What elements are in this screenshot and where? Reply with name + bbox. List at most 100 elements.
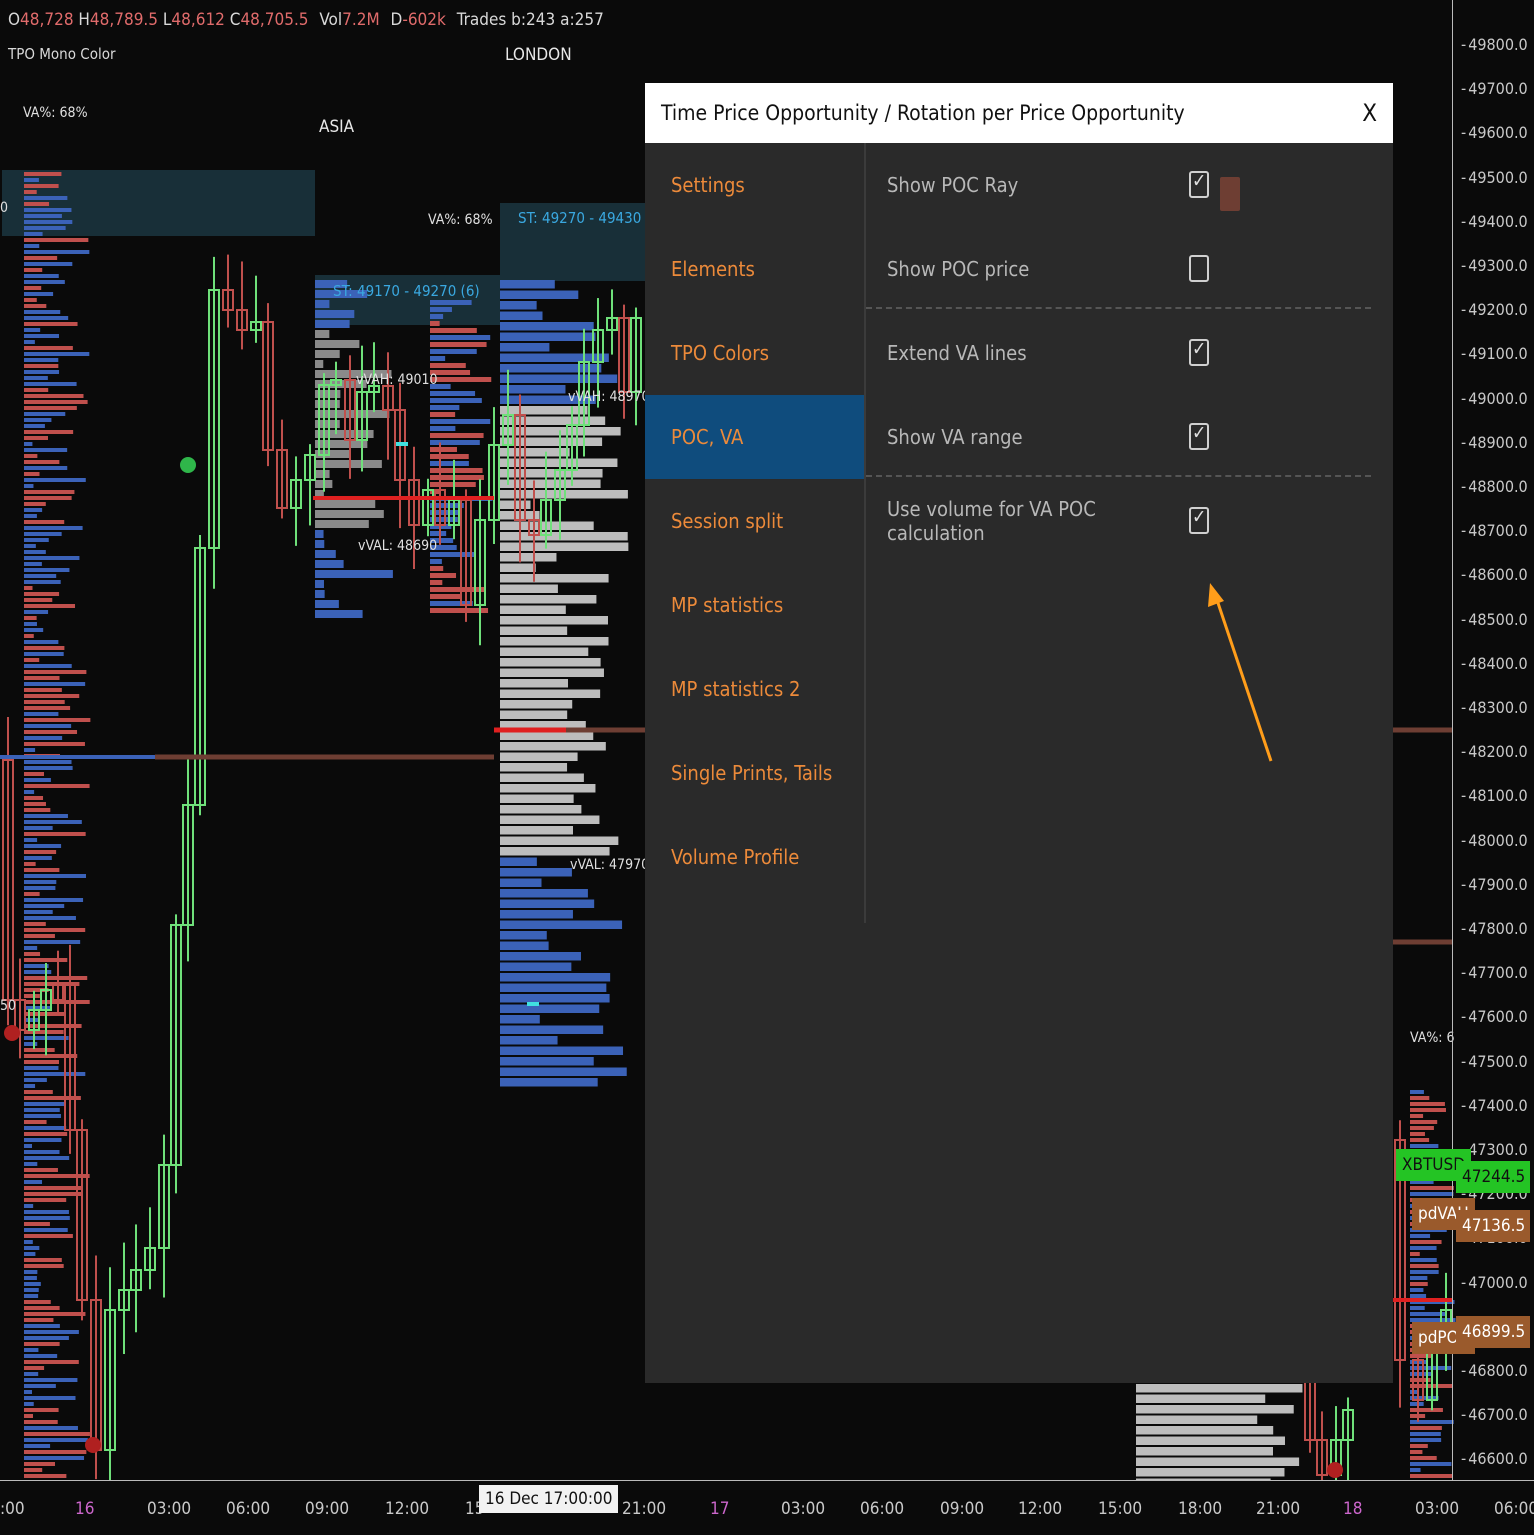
volume-profile-bar xyxy=(24,1330,79,1334)
tpo-profile-bar xyxy=(1136,1384,1303,1393)
time-axis[interactable]: 06:00 03:00 18 21:00 18:00 15:00 12:00 09:00 06:… xyxy=(0,1480,1534,1535)
poc-marker xyxy=(396,442,408,446)
volume-profile-bar xyxy=(24,556,80,560)
tpo-profile-bar xyxy=(1136,1468,1285,1477)
tpo-profile-bar xyxy=(315,580,324,588)
poc-ray-color-swatch[interactable] xyxy=(1220,177,1240,211)
volume-profile-bar xyxy=(24,922,46,926)
volume-profile-bar xyxy=(24,1300,51,1304)
tpo-profile-bar xyxy=(500,458,618,467)
volume-profile-bar xyxy=(24,886,56,890)
tpo-profile-bar xyxy=(500,626,568,635)
tpo-profile-bar xyxy=(500,794,574,803)
volume-profile-bar xyxy=(24,478,86,482)
option-checkbox[interactable]: ✓ xyxy=(1189,506,1209,534)
volume-profile-bar xyxy=(430,419,491,424)
high-value: 48,789.5 xyxy=(89,10,159,30)
option-label: Show POC price xyxy=(887,257,1030,281)
volume-profile-bar xyxy=(1410,1408,1443,1412)
volume-profile-bar xyxy=(24,730,78,734)
tpo-profile-bar xyxy=(500,763,568,772)
volume-profile-bar xyxy=(24,1174,90,1178)
volume-profile-bar xyxy=(24,1012,66,1016)
time-tick: 03:00 xyxy=(781,1499,826,1519)
volume-profile-bar xyxy=(24,484,34,488)
volume-profile-bar xyxy=(24,394,84,398)
volume-profile-bar xyxy=(1410,1282,1428,1286)
sidebar-item-settings[interactable]: Settings xyxy=(645,143,864,227)
tpo-profile-bar xyxy=(500,374,618,383)
volume-profile-bar xyxy=(24,178,39,182)
volume-profile-bar xyxy=(1410,1468,1421,1472)
time-tick: 06:00 xyxy=(226,1499,271,1519)
sidebar-item-single-prints-tails[interactable]: Single Prints, Tails xyxy=(645,731,864,815)
close-button[interactable]: X xyxy=(1362,99,1377,127)
price-axis[interactable]: 49800.0 49700.0 49600.0 49500.0 49400.0 49300… xyxy=(1452,0,1534,1480)
price-tick: 46600.0 xyxy=(1461,1449,1528,1468)
sidebar-item-tpo-colors[interactable]: TPO Colors xyxy=(645,311,864,395)
volume-profile-bar xyxy=(24,268,43,272)
indicator-title[interactable]: TPO Mono Color xyxy=(8,45,116,63)
tpo-profile-bar xyxy=(500,983,607,992)
volume-profile-bar xyxy=(24,1156,70,1160)
volume-profile-bar xyxy=(24,658,40,662)
volume-profile-bar xyxy=(24,604,76,608)
volume-profile-bar xyxy=(24,580,61,584)
volume-profile-bar xyxy=(24,1084,36,1088)
tpo-profile-bar xyxy=(500,553,557,562)
volume-profile-bar xyxy=(24,1474,67,1478)
option-checkbox[interactable]: ✓ xyxy=(1189,422,1209,450)
volume-profile-bar xyxy=(24,616,37,620)
volume-profile-bar xyxy=(24,964,49,968)
volume-profile-bar xyxy=(1410,1462,1452,1466)
volume-profile-bar xyxy=(430,405,460,410)
tpo-profile-bar xyxy=(315,540,325,548)
volume-profile-bar xyxy=(24,772,45,776)
sidebar-item-elements[interactable]: Elements xyxy=(645,227,864,311)
single-print-range-label: ST: 49270 - 49430 (9) xyxy=(518,209,665,227)
tpo-profile-bar xyxy=(500,742,606,751)
volume-profile-bar xyxy=(24,904,65,908)
price-tick: 49000.0 xyxy=(1461,389,1528,408)
volume-profile-bar xyxy=(24,232,43,236)
option-checkbox[interactable] xyxy=(1189,255,1209,282)
volume-profile-bar xyxy=(24,382,77,386)
volume-profile-bar xyxy=(24,1120,47,1124)
volume-profile-bar xyxy=(24,418,52,422)
volume-profile-bar xyxy=(24,868,60,872)
price-tick: 48400.0 xyxy=(1461,654,1528,673)
volume-profile-bar xyxy=(1410,1240,1442,1244)
volume-profile-bar xyxy=(24,1024,82,1028)
sidebar-item-session-split[interactable]: Session split xyxy=(645,479,864,563)
time-tick: 12:00 xyxy=(1018,1499,1063,1519)
sidebar-item-mp-statistics-2[interactable]: MP statistics 2 xyxy=(645,647,864,731)
volume-profile-bar xyxy=(1410,1108,1446,1112)
sidebar-item-volume-profile[interactable]: Volume Profile xyxy=(645,815,864,899)
volume-profile-bar xyxy=(24,1408,59,1412)
volume-profile-bar xyxy=(24,628,44,632)
volume-profile-bar xyxy=(24,568,70,572)
volume-profile-bar xyxy=(24,304,47,308)
option-checkbox[interactable]: ✓ xyxy=(1189,338,1209,366)
sidebar-item-poc-va[interactable]: POC, VA xyxy=(645,395,864,479)
tpo-profile-bar xyxy=(500,689,601,698)
volume-profile-bar xyxy=(430,307,452,312)
volume-profile-bar xyxy=(1410,1234,1431,1238)
sidebar-item-mp-statistics[interactable]: MP statistics xyxy=(645,563,864,647)
time-tick: 16 xyxy=(75,1499,95,1519)
price-tick: 49200.0 xyxy=(1461,300,1528,319)
volume-profile-bar xyxy=(24,1222,50,1226)
volume-profile-bar xyxy=(24,610,49,614)
volume-profile-bar xyxy=(24,472,40,476)
volume-profile-bar xyxy=(24,814,68,818)
option-checkbox[interactable]: ✓ xyxy=(1189,170,1209,198)
volume-profile-bar xyxy=(24,412,66,416)
price-tick: 49500.0 xyxy=(1461,168,1528,187)
price-tick: 48300.0 xyxy=(1461,698,1528,717)
volume-profile-bar xyxy=(24,346,73,350)
volume-profile-bar xyxy=(430,482,476,487)
checkmark-icon: ✓ xyxy=(1192,506,1207,528)
option-row: Extend VA lines ✓ xyxy=(866,311,1393,395)
volume-profile-bar xyxy=(1410,1474,1454,1478)
delta-value: -602k xyxy=(402,10,446,30)
